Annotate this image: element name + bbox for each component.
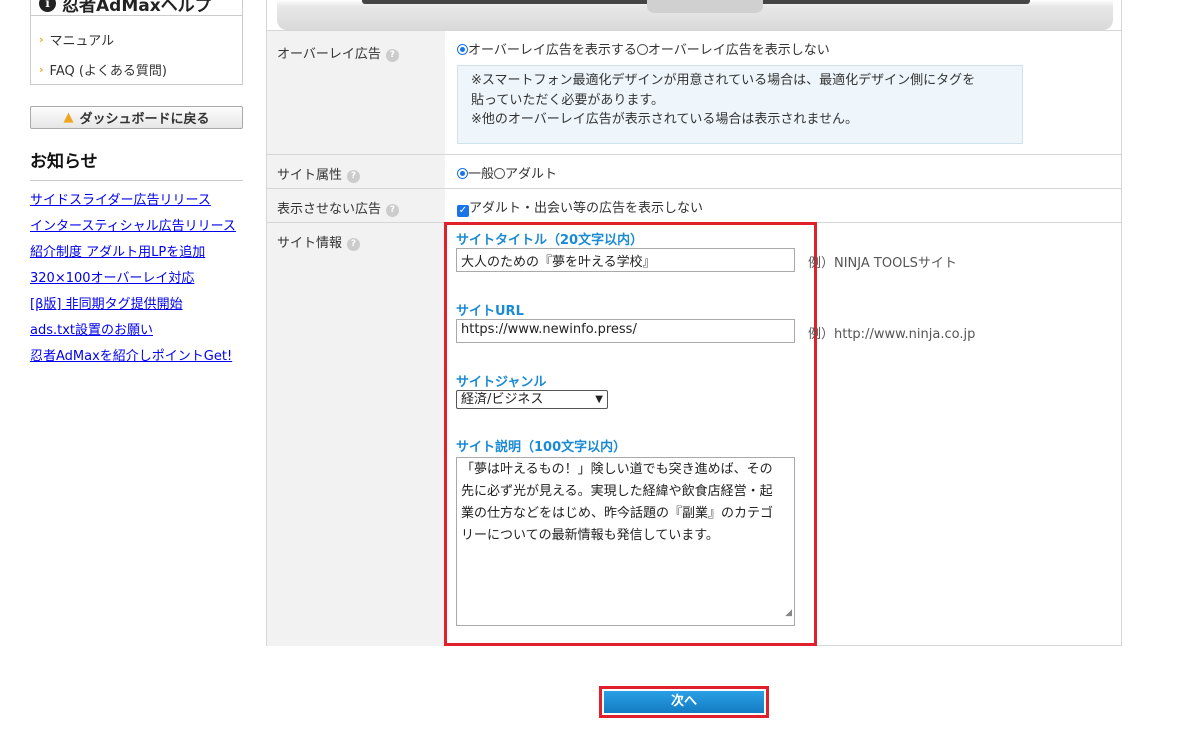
site-url-example: 例）http://www.ninja.co.jp bbox=[808, 327, 976, 342]
dashboard-button[interactable]: ▲ ダッシュボードに戻る bbox=[30, 106, 243, 129]
site-genre-select[interactable]: 経済/ビジネス ▼ bbox=[456, 390, 608, 409]
site-description-textarea[interactable]: 「夢は叶えるもの！」険しい道でも突き進めば、その 先に必ず光が見える。実現した経… bbox=[456, 457, 795, 626]
help-header: i 忍者AdMaxヘルプ bbox=[31, 0, 242, 16]
site-genre-label: サイトジャンル bbox=[456, 375, 547, 390]
row-hidden-ads: 表示させない広告? ✓ アダルト・出会い等の広告を表示しない bbox=[267, 188, 1121, 222]
row-label: サイト情報? bbox=[267, 223, 445, 646]
row-overlay-ad: オーバーレイ広告? オーバーレイ広告を表示する オーバーレイ広告を表示しない ※ス… bbox=[267, 30, 1121, 154]
hidden-ads-label: 表示させない広告 bbox=[277, 202, 382, 217]
sidebar: i 忍者AdMaxヘルプ › マニュアル › FAQ (よくある質問) ▲ ダッ… bbox=[30, 0, 243, 370]
overlay-ad-options: オーバーレイ広告を表示する オーバーレイ広告を表示しない ※スマートフォン最適化デ… bbox=[457, 39, 1057, 149]
overlay-show-radio[interactable] bbox=[457, 44, 468, 55]
resize-grip-icon[interactable]: ◢ bbox=[785, 602, 792, 624]
adult-radio[interactable] bbox=[494, 168, 506, 179]
overlay-note-line: ※他のオーバーレイ広告が表示されている場合は表示されません。 bbox=[471, 112, 858, 127]
site-description-label: サイト説明（100文字以内） bbox=[456, 440, 627, 455]
news-item: [β版] 非同期タグ提供開始 bbox=[30, 292, 243, 318]
news-link[interactable]: ads.txt設置のお願い bbox=[30, 323, 153, 338]
news-link[interactable]: インタースティシャル広告リリース bbox=[30, 219, 236, 234]
description-line: リーについての最新情報も発信しています。 bbox=[461, 528, 719, 543]
overlay-hide-label[interactable]: オーバーレイ広告を表示しない bbox=[648, 43, 830, 58]
next-button[interactable]: 次へ bbox=[604, 691, 764, 713]
overlay-note: ※スマートフォン最適化デザインが用意されている場合は、最適化デザイン側にタグを … bbox=[457, 65, 1023, 144]
news-link[interactable]: サイドスライダー広告リリース bbox=[30, 193, 211, 208]
overlay-note-line: 貼っていただく必要があります。 bbox=[471, 92, 665, 108]
site-title-input[interactable]: 大人のための『夢を叶える学校』 bbox=[456, 248, 795, 272]
description-line: 「夢は叶えるもの！」険しい道でも突き進めば、その bbox=[461, 462, 773, 477]
site-genre-value: 経済/ビジネス bbox=[461, 392, 544, 407]
overlay-note-line: ※スマートフォン最適化デザインが用意されている場合は、最適化デザイン側にタグを bbox=[471, 73, 976, 88]
chevron-right-icon: › bbox=[39, 32, 44, 46]
help-item-manual[interactable]: › マニュアル bbox=[31, 24, 242, 54]
general-radio[interactable] bbox=[457, 168, 468, 179]
question-icon[interactable]: ? bbox=[386, 204, 400, 217]
help-item-label: FAQ (よくある質問) bbox=[49, 63, 168, 79]
overlay-show-label[interactable]: オーバーレイ広告を表示する bbox=[468, 43, 637, 58]
description-line: 先に必ず光が見える。実現した経緯や飲食店経営・起 bbox=[461, 484, 773, 499]
question-icon[interactable]: ? bbox=[347, 170, 361, 183]
news-item: ads.txt設置のお願い bbox=[30, 318, 243, 344]
overlay-ad-label: オーバーレイ広告 bbox=[277, 47, 381, 62]
news-title: お知らせ bbox=[30, 147, 243, 181]
help-box: i 忍者AdMaxヘルプ › マニュアル › FAQ (よくある質問) bbox=[30, 0, 243, 85]
site-info-label: サイト情報 bbox=[277, 236, 343, 251]
device-preview bbox=[277, 0, 1113, 30]
checkbox-checked-icon[interactable]: ✓ bbox=[457, 205, 469, 217]
device-preview-knob bbox=[647, 0, 763, 13]
news-item: 紹介制度 アダルト用LPを追加 bbox=[30, 240, 243, 266]
site-url-label: サイトURL bbox=[456, 304, 524, 319]
site-attribute-label: サイト属性 bbox=[277, 168, 343, 183]
news-item: サイドスライダー広告リリース bbox=[30, 188, 243, 214]
news-link[interactable]: [β版] 非同期タグ提供開始 bbox=[30, 297, 183, 312]
row-label: オーバーレイ広告? bbox=[267, 31, 445, 154]
next-button-highlight: 次へ bbox=[599, 686, 769, 718]
help-item-faq[interactable]: › FAQ (よくある質問) bbox=[31, 54, 242, 84]
site-title-label: サイトタイトル（20文字以内） bbox=[456, 233, 644, 248]
news-link[interactable]: 320×100オーバーレイ対応 bbox=[30, 271, 194, 286]
hidden-ads-option: ✓ アダルト・出会い等の広告を表示しない bbox=[457, 197, 703, 217]
home-icon: ▲ bbox=[63, 110, 74, 125]
info-icon: i bbox=[39, 0, 56, 12]
adult-label[interactable]: アダルト bbox=[505, 167, 557, 182]
news-link[interactable]: 忍者AdMaxを紹介しポイントGet! bbox=[30, 349, 232, 364]
help-title: 忍者AdMaxヘルプ bbox=[62, 0, 212, 16]
overlay-hide-radio[interactable] bbox=[636, 44, 648, 55]
row-site-attribute: サイト属性? 一般 アダルト bbox=[267, 154, 1121, 188]
hide-adult-ads-label[interactable]: アダルト・出会い等の広告を表示しない bbox=[469, 201, 703, 216]
general-label[interactable]: 一般 bbox=[468, 167, 494, 182]
news-link[interactable]: 紹介制度 アダルト用LPを追加 bbox=[30, 245, 205, 260]
question-icon[interactable]: ? bbox=[347, 238, 361, 251]
description-line: 業の仕方などをはじめ、昨今話題の『副業』のカテゴ bbox=[461, 506, 774, 521]
question-icon[interactable]: ? bbox=[385, 49, 399, 62]
chevron-down-icon: ▼ bbox=[595, 394, 603, 405]
news-item: 忍者AdMaxを紹介しポイントGet! bbox=[30, 344, 243, 370]
row-label: 表示させない広告? bbox=[267, 189, 445, 222]
site-title-example: 例）NINJA TOOLSサイト bbox=[808, 256, 957, 271]
chevron-right-icon: › bbox=[39, 62, 44, 76]
dashboard-button-label: ダッシュボードに戻る bbox=[79, 112, 210, 127]
site-url-input[interactable]: https://www.newinfo.press/ bbox=[456, 319, 795, 343]
site-attribute-options: 一般 アダルト bbox=[457, 163, 557, 182]
row-label: サイト属性? bbox=[267, 155, 445, 188]
help-item-label: マニュアル bbox=[49, 33, 115, 49]
news-item: インタースティシャル広告リリース bbox=[30, 214, 243, 240]
news-list: サイドスライダー広告リリース インタースティシャル広告リリース 紹介制度 アダル… bbox=[30, 188, 243, 370]
news-item: 320×100オーバーレイ対応 bbox=[30, 266, 243, 292]
